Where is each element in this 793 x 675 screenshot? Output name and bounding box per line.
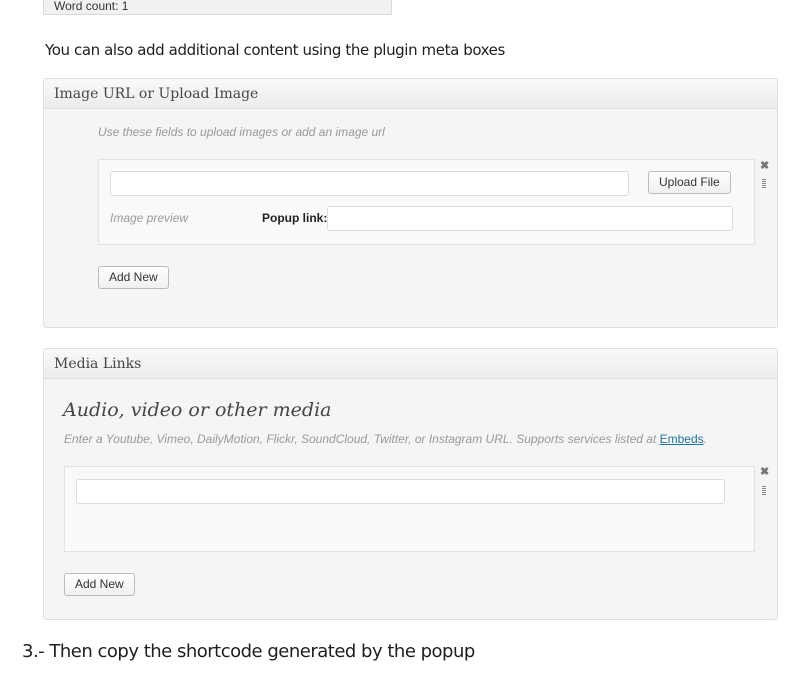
image-preview-label: Image preview [110,211,189,225]
popup-link-label: Popup link: [262,211,328,225]
media-hint-text: Enter a Youtube, Vimeo, DailyMotion, Fli… [64,432,657,446]
word-count: Word count: 1 [54,0,129,13]
drag-handle-icon[interactable] [762,179,766,188]
word-count-bar: Word count: 1 [43,0,392,15]
media-url-input[interactable] [76,479,725,504]
embeds-link[interactable]: Embeds [660,432,704,446]
media-metabox: Media Links Audio, video or other media … [43,348,778,620]
upload-file-button[interactable]: Upload File [648,171,731,194]
image-metabox: Image URL or Upload Image Use these fiel… [43,78,778,328]
image-url-input[interactable] [110,171,629,196]
media-metabox-title[interactable]: Media Links [44,349,777,379]
image-row-panel: Upload File Image preview Popup link: [98,159,755,245]
media-drag-handle-icon[interactable] [762,486,766,495]
image-metabox-hint: Use these fields to upload images or add… [98,125,385,139]
remove-row-icon[interactable]: ✖ [760,161,769,172]
intro-text: You can also add additional content usin… [45,41,505,59]
media-hint-period: . [703,432,707,446]
media-row-panel [64,466,755,552]
media-heading: Audio, video or other media [63,399,332,421]
image-metabox-title[interactable]: Image URL or Upload Image [44,79,777,109]
media-hint: Enter a Youtube, Vimeo, DailyMotion, Fli… [64,432,707,446]
remove-media-row-icon[interactable]: ✖ [760,467,769,478]
add-new-image-button[interactable]: Add New [98,266,169,289]
add-new-media-button[interactable]: Add New [64,573,135,596]
step-three-text: 3.- Then copy the shortcode generated by… [22,641,475,662]
popup-link-input[interactable] [327,206,733,231]
